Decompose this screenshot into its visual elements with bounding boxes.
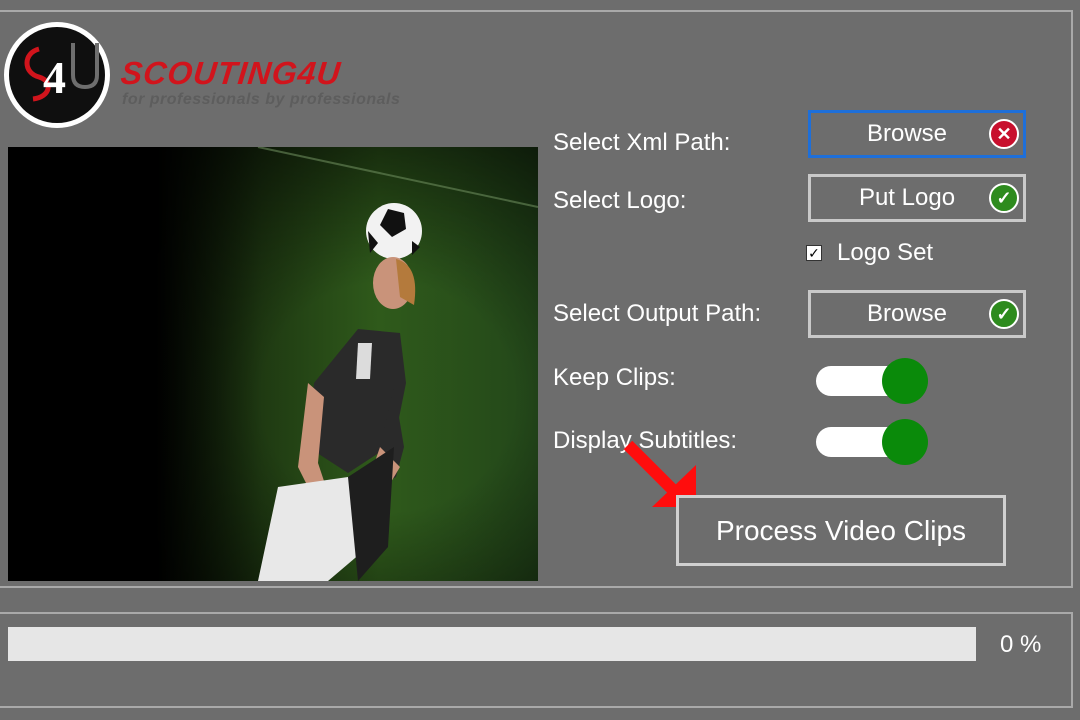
output-browse-label: Browse: [866, 300, 948, 327]
keep-clips-label: Keep Clips:: [553, 364, 676, 391]
xml-browse-button[interactable]: Browse ✕: [808, 110, 1026, 158]
logo-set-label: Logo Set: [837, 239, 934, 266]
brand-name: SCOUTING4U: [119, 55, 343, 91]
xml-browse-label: Browse: [866, 120, 948, 147]
logo-set-checkbox[interactable]: ✓: [806, 245, 822, 261]
check-icon: ✓: [989, 299, 1019, 329]
app-window: 4 SCOUTING4U for professionals by profes…: [0, 0, 1080, 720]
brand-logo: 4: [4, 22, 110, 128]
output-path-label: Select Output Path:: [553, 300, 762, 327]
xml-path-label: Select Xml Path:: [553, 129, 731, 156]
error-x-icon: ✕: [989, 119, 1019, 149]
display-subtitles-toggle[interactable]: [816, 419, 928, 465]
svg-text:4: 4: [43, 52, 66, 103]
logo-label: Select Logo:: [553, 187, 687, 214]
check-icon: ✓: [989, 183, 1019, 213]
preview-image: [8, 147, 538, 581]
keep-clips-toggle[interactable]: [816, 358, 928, 404]
process-video-clips-button[interactable]: Process Video Clips: [676, 495, 1006, 566]
output-browse-button[interactable]: Browse ✓: [808, 290, 1026, 338]
progress-percent: 0 %: [1000, 631, 1042, 658]
put-logo-button[interactable]: Put Logo ✓: [808, 174, 1026, 222]
put-logo-label: Put Logo: [858, 184, 956, 211]
brand-tagline: for professionals by professionals: [122, 91, 401, 108]
progress-bar: [8, 627, 976, 661]
